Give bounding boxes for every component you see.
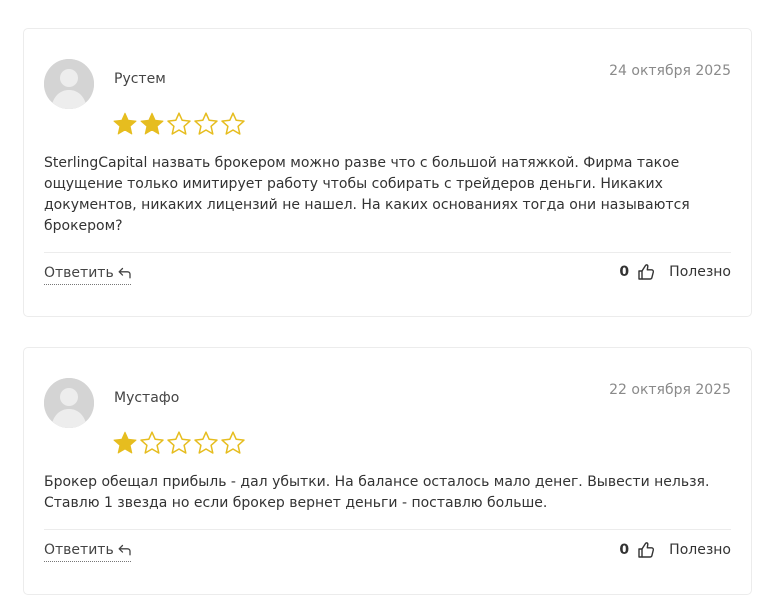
review-author: Рустем (114, 71, 166, 87)
star-empty-icon (221, 112, 245, 135)
reply-button[interactable]: Ответить (44, 542, 131, 562)
reply-arrow-icon (118, 544, 131, 556)
rating-stars (112, 430, 246, 456)
star-empty-icon (167, 112, 191, 135)
reply-label: Ответить (44, 265, 114, 281)
helpful-button[interactable]: Полезно (669, 264, 731, 280)
likes-count: 0 (619, 542, 630, 558)
thumbs-up-icon[interactable] (637, 263, 655, 281)
review-text: Брокер обещал прибыль - дал убытки. На б… (44, 474, 710, 511)
helpful-block: 0 Полезно (619, 541, 731, 559)
review-date: 24 октября 2025 (609, 63, 731, 79)
review-card: Рустем 24 октября 2025 SterlingCapital н… (23, 28, 752, 317)
reply-label: Ответить (44, 542, 114, 558)
user-avatar-icon (44, 378, 94, 428)
reply-arrow-icon (118, 267, 131, 279)
reply-button[interactable]: Ответить (44, 265, 131, 285)
review-author: Мустафо (114, 390, 180, 406)
helpful-button[interactable]: Полезно (669, 542, 731, 558)
star-empty-icon (221, 431, 245, 454)
review-date: 22 октября 2025 (609, 382, 731, 398)
helpful-block: 0 Полезно (619, 263, 731, 281)
reviews-list: Рустем 24 октября 2025 SterlingCapital н… (0, 0, 771, 616)
review-text: SterlingCapital назвать брокером можно р… (44, 155, 690, 234)
divider (44, 529, 731, 530)
review-card: Мустафо 22 октября 2025 Брокер обещал пр… (23, 347, 752, 595)
star-empty-icon (140, 431, 164, 454)
star-empty-icon (194, 112, 218, 135)
user-avatar-icon (44, 59, 94, 109)
star-filled-icon (140, 112, 164, 135)
thumbs-up-icon[interactable] (637, 541, 655, 559)
rating-stars (112, 111, 246, 137)
star-empty-icon (194, 431, 218, 454)
star-empty-icon (167, 431, 191, 454)
star-filled-icon (113, 112, 137, 135)
divider (44, 252, 731, 253)
likes-count: 0 (619, 264, 630, 280)
star-filled-icon (113, 431, 137, 454)
